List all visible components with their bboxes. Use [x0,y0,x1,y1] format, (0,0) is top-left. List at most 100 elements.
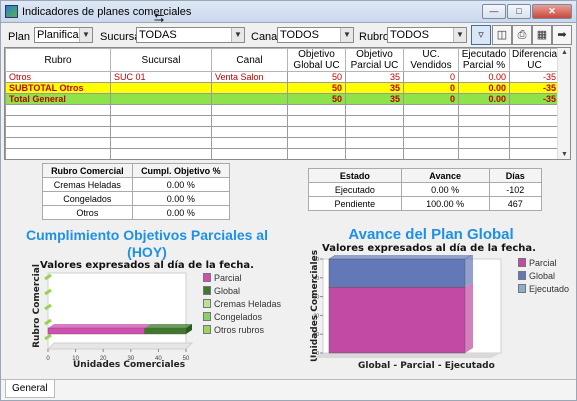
sucursal-select[interactable]: TODAS ▼ [136,27,245,43]
chart2-bar-segment [328,286,466,354]
exit-icon: ➡ [557,29,567,41]
column-header[interactable]: Diferencia UC [509,48,560,72]
preview-icon: ◫ [496,29,508,41]
table-cell[interactable]: 0.00 [458,82,510,94]
legend-label: Parcial [214,272,242,283]
column-header[interactable]: Sucursal [110,48,212,72]
table-cell[interactable]: Venta Salon [211,71,288,83]
table-cell: Cremas Heladas [42,177,133,192]
table-cell [110,126,212,138]
table-cell[interactable] [110,93,212,105]
table-cell[interactable]: 0 [403,82,459,94]
plan-select[interactable]: Planificación ▼ [34,27,93,43]
column-header[interactable]: Canal [211,48,288,72]
legend-label: Parcial [529,257,557,268]
table-cell[interactable]: 50 [287,93,346,105]
results-grid[interactable]: Rubro Sucursal Canal Objetivo Global UC Obje… [4,47,571,160]
column-header[interactable]: Objetivo Parcial UC [345,48,404,72]
table-cell [403,115,459,127]
table-cell: 0.00 % [131,205,231,220]
chart2-floor [313,353,501,358]
grid-scrollbar[interactable]: ▲ ▼ [557,48,570,159]
excel-icon: ▦ [536,29,548,41]
table-row[interactable]: Otros SUC 01 Venta Salon 50 35 0 0.00 -35 [5,71,560,83]
maximize-button[interactable]: □ [507,4,531,19]
table-cell[interactable]: 0.00 [458,93,510,105]
app-icon [5,5,18,18]
table-row: Ejecutado 0.00 % -102 [308,182,543,197]
legend-item: Global [203,284,281,297]
scroll-up-icon[interactable]: ▲ [559,49,570,56]
table-cell[interactable]: SUC 01 [110,71,212,83]
table-row[interactable]: Total General 50 35 0 0.00 -35 [5,93,560,105]
column-header[interactable]: UC. Vendidos [403,48,459,72]
chart1-floor [46,342,194,350]
column-header: Avance [400,168,490,183]
print-button[interactable]: ⎙ [512,25,532,45]
table-cell[interactable] [110,82,212,94]
table-cell[interactable]: -35 [509,71,560,83]
tab-general[interactable]: General [5,380,55,398]
legend-label: Global [214,285,241,296]
column-header[interactable]: Objetivo Global UC [287,48,346,72]
table-cell[interactable]: Total General [5,93,111,105]
table-cell[interactable] [211,93,288,105]
filter-icon: ▿ [478,29,484,41]
table-cell[interactable]: -35 [509,93,560,105]
table-cell [287,104,346,116]
chart1-xlabel: Unidades Comerciales [73,360,186,370]
column-header[interactable]: Ejecutado Parcial % [458,48,510,72]
rubro-select[interactable]: TODOS ▼ [387,27,467,43]
column-header[interactable]: Rubro [5,48,111,72]
chart1-bar [47,327,145,335]
scroll-down-icon[interactable]: ▼ [559,151,570,158]
table-cell[interactable] [211,82,288,94]
table-cell[interactable]: 0.00 [458,71,510,83]
table-cell[interactable]: 50 [287,82,346,94]
empty-row [5,104,560,116]
table-cell[interactable]: 35 [345,71,404,83]
filter-button[interactable]: ▿ [471,25,491,45]
chart2-y-tick-label: 0 [316,351,319,357]
table-cell [111,160,212,161]
table-cell[interactable]: SUBTOTAL Otros [5,82,111,94]
table-cell: 0.00 % [131,177,231,192]
sucursal-select-value: TODAS [139,29,177,41]
results-table: Rubro Sucursal Canal Objetivo Global UC Obje… [5,48,560,161]
table-cell [5,104,111,116]
minimize-button[interactable]: — [482,4,506,19]
table-cell[interactable]: 50 [287,71,346,83]
canal-select[interactable]: TODOS ▼ [277,27,354,43]
exit-button[interactable]: ➡ [552,25,572,45]
legend-item: Congelados [203,310,281,323]
table-cell: Pendiente [308,196,402,211]
table-cell [5,126,111,138]
table-cell [212,160,288,161]
estado-summary-table: Estado Avance Días Ejecutado 0.00 % -102 Pend… [308,168,543,211]
chevron-down-icon: ▼ [231,28,244,42]
table-cell[interactable]: 0 [403,71,459,83]
close-button[interactable]: ✕ [532,4,572,19]
table-cell[interactable]: 0 [403,93,459,105]
preview-button[interactable]: ◫ [492,25,512,45]
chart2-bar-side [465,255,473,288]
table-cell[interactable]: 35 [345,93,404,105]
table-cell [5,137,111,149]
printer-icon: ⎙ [517,29,527,41]
export-excel-button[interactable]: ▦ [532,25,552,45]
table-cell [211,115,288,127]
table-cell[interactable]: 35 [345,82,404,94]
table-cell[interactable]: -35 [509,82,560,94]
table-cell: Otros [42,205,133,220]
chart2-y-tick-label: 20 [313,313,319,319]
table-row: Otros 0.00 % [42,205,231,220]
table-row[interactable]: SUBTOTAL Otros 50 35 0 0.00 -35 [5,82,560,94]
chart2-y-tick-label: 10 [313,332,319,338]
main-window: Indicadores de planes comerciales — □ ✕ … [0,0,577,401]
table-cell [110,148,212,159]
column-header: Días [488,168,543,183]
table-cell[interactable]: Otros [5,71,111,83]
chart1-title: Cumplimiento Objetivos Parciales al (HOY… [26,227,268,260]
legend-label: Global [529,270,556,281]
table-cell: 467 [488,196,543,211]
